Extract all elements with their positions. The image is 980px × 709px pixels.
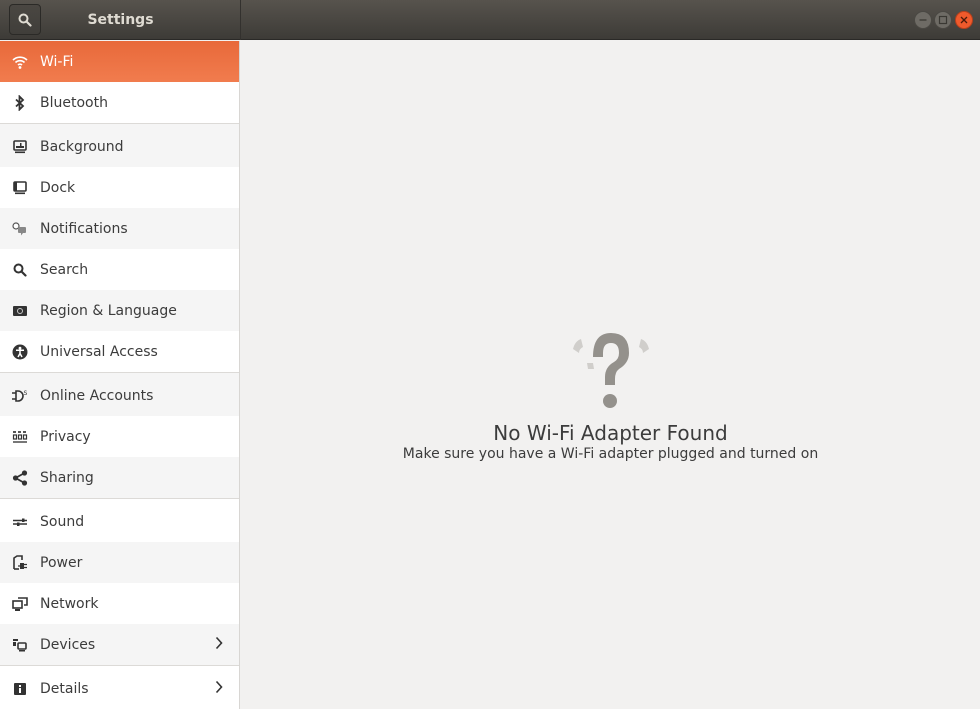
sidebar-item-label: Background — [40, 138, 124, 155]
close-button[interactable] — [955, 11, 973, 29]
sidebar-item-background[interactable]: Background — [0, 126, 239, 167]
background-icon — [10, 137, 30, 157]
sidebar-item-label: Bluetooth — [40, 94, 108, 111]
sidebar-item-label: Sound — [40, 513, 85, 530]
search-icon — [10, 260, 30, 280]
minimize-icon — [919, 19, 927, 21]
sidebar-item-label: Power — [40, 554, 83, 571]
sidebar-item-label: Wi-Fi — [40, 53, 74, 70]
sidebar-header: Settings — [0, 0, 241, 40]
sidebar-item-bluetooth[interactable]: Bluetooth — [0, 82, 239, 123]
maximize-button[interactable] — [934, 11, 952, 29]
wifi-icon — [10, 52, 30, 72]
sidebar-item-label: Devices — [40, 636, 96, 653]
details-icon — [10, 679, 30, 699]
sidebar-item-label: Notifications — [40, 220, 128, 237]
sidebar-item-power[interactable]: Power — [0, 542, 239, 583]
sidebar-item-wifi[interactable]: Wi-Fi — [0, 41, 239, 82]
sidebar-item-label: Online Accounts — [40, 387, 154, 404]
sidebar-item-universal-access[interactable]: Universal Access — [0, 331, 239, 372]
devices-icon — [10, 635, 30, 655]
sidebar-item-online-accounts[interactable]: S Online Accounts — [0, 375, 239, 416]
sidebar-item-search[interactable]: Search — [0, 249, 239, 290]
sidebar-item-label: Search — [40, 261, 89, 278]
sidebar-item-label: Privacy — [40, 428, 91, 445]
header-bar: Settings — [0, 0, 980, 40]
universal-access-icon — [10, 342, 30, 362]
online-accounts-icon: S — [10, 386, 30, 406]
chevron-right-icon — [215, 636, 223, 650]
notifications-icon — [10, 219, 30, 239]
main-content: No Wi-Fi Adapter Found Make sure you hav… — [241, 41, 980, 709]
sidebar-item-sound[interactable]: Sound — [0, 501, 239, 542]
window-title: Settings — [87, 12, 154, 28]
sharing-icon — [10, 468, 30, 488]
dock-icon — [10, 178, 30, 198]
empty-state: No Wi-Fi Adapter Found Make sure you hav… — [241, 329, 980, 462]
svg-text:S: S — [24, 390, 28, 397]
sidebar-item-devices[interactable]: Devices — [0, 624, 239, 665]
sidebar-item-notifications[interactable]: Notifications — [0, 208, 239, 249]
empty-state-title: No Wi-Fi Adapter Found — [493, 421, 728, 445]
sidebar-item-dock[interactable]: Dock — [0, 167, 239, 208]
sidebar-item-label: Dock — [40, 179, 76, 196]
sidebar: Wi-Fi Bluetooth Background Dock Notifica… — [0, 41, 240, 709]
sidebar-item-label: Universal Access — [40, 343, 158, 360]
sound-icon — [10, 512, 30, 532]
sidebar-item-network[interactable]: Network — [0, 583, 239, 624]
power-icon — [10, 553, 30, 573]
sidebar-item-label: Details — [40, 680, 89, 697]
sidebar-item-label: Network — [40, 595, 99, 612]
minimize-button[interactable] — [914, 11, 932, 29]
wifi-question-icon — [572, 333, 649, 408]
network-icon — [10, 594, 30, 614]
bluetooth-icon — [10, 93, 30, 113]
maximize-icon — [938, 15, 948, 25]
sidebar-item-label: Sharing — [40, 469, 94, 486]
sidebar-item-sharing[interactable]: Sharing — [0, 457, 239, 498]
sidebar-item-region-language[interactable]: Region & Language — [0, 290, 239, 331]
region-icon — [10, 301, 30, 321]
sidebar-item-label: Region & Language — [40, 302, 177, 319]
chevron-right-icon — [215, 680, 223, 694]
sidebar-item-details[interactable]: Details — [0, 668, 239, 709]
privacy-icon — [10, 427, 30, 447]
sidebar-item-privacy[interactable]: Privacy — [0, 416, 239, 457]
empty-state-subtitle: Make sure you have a Wi-Fi adapter plugg… — [402, 446, 819, 462]
close-icon — [960, 16, 968, 24]
